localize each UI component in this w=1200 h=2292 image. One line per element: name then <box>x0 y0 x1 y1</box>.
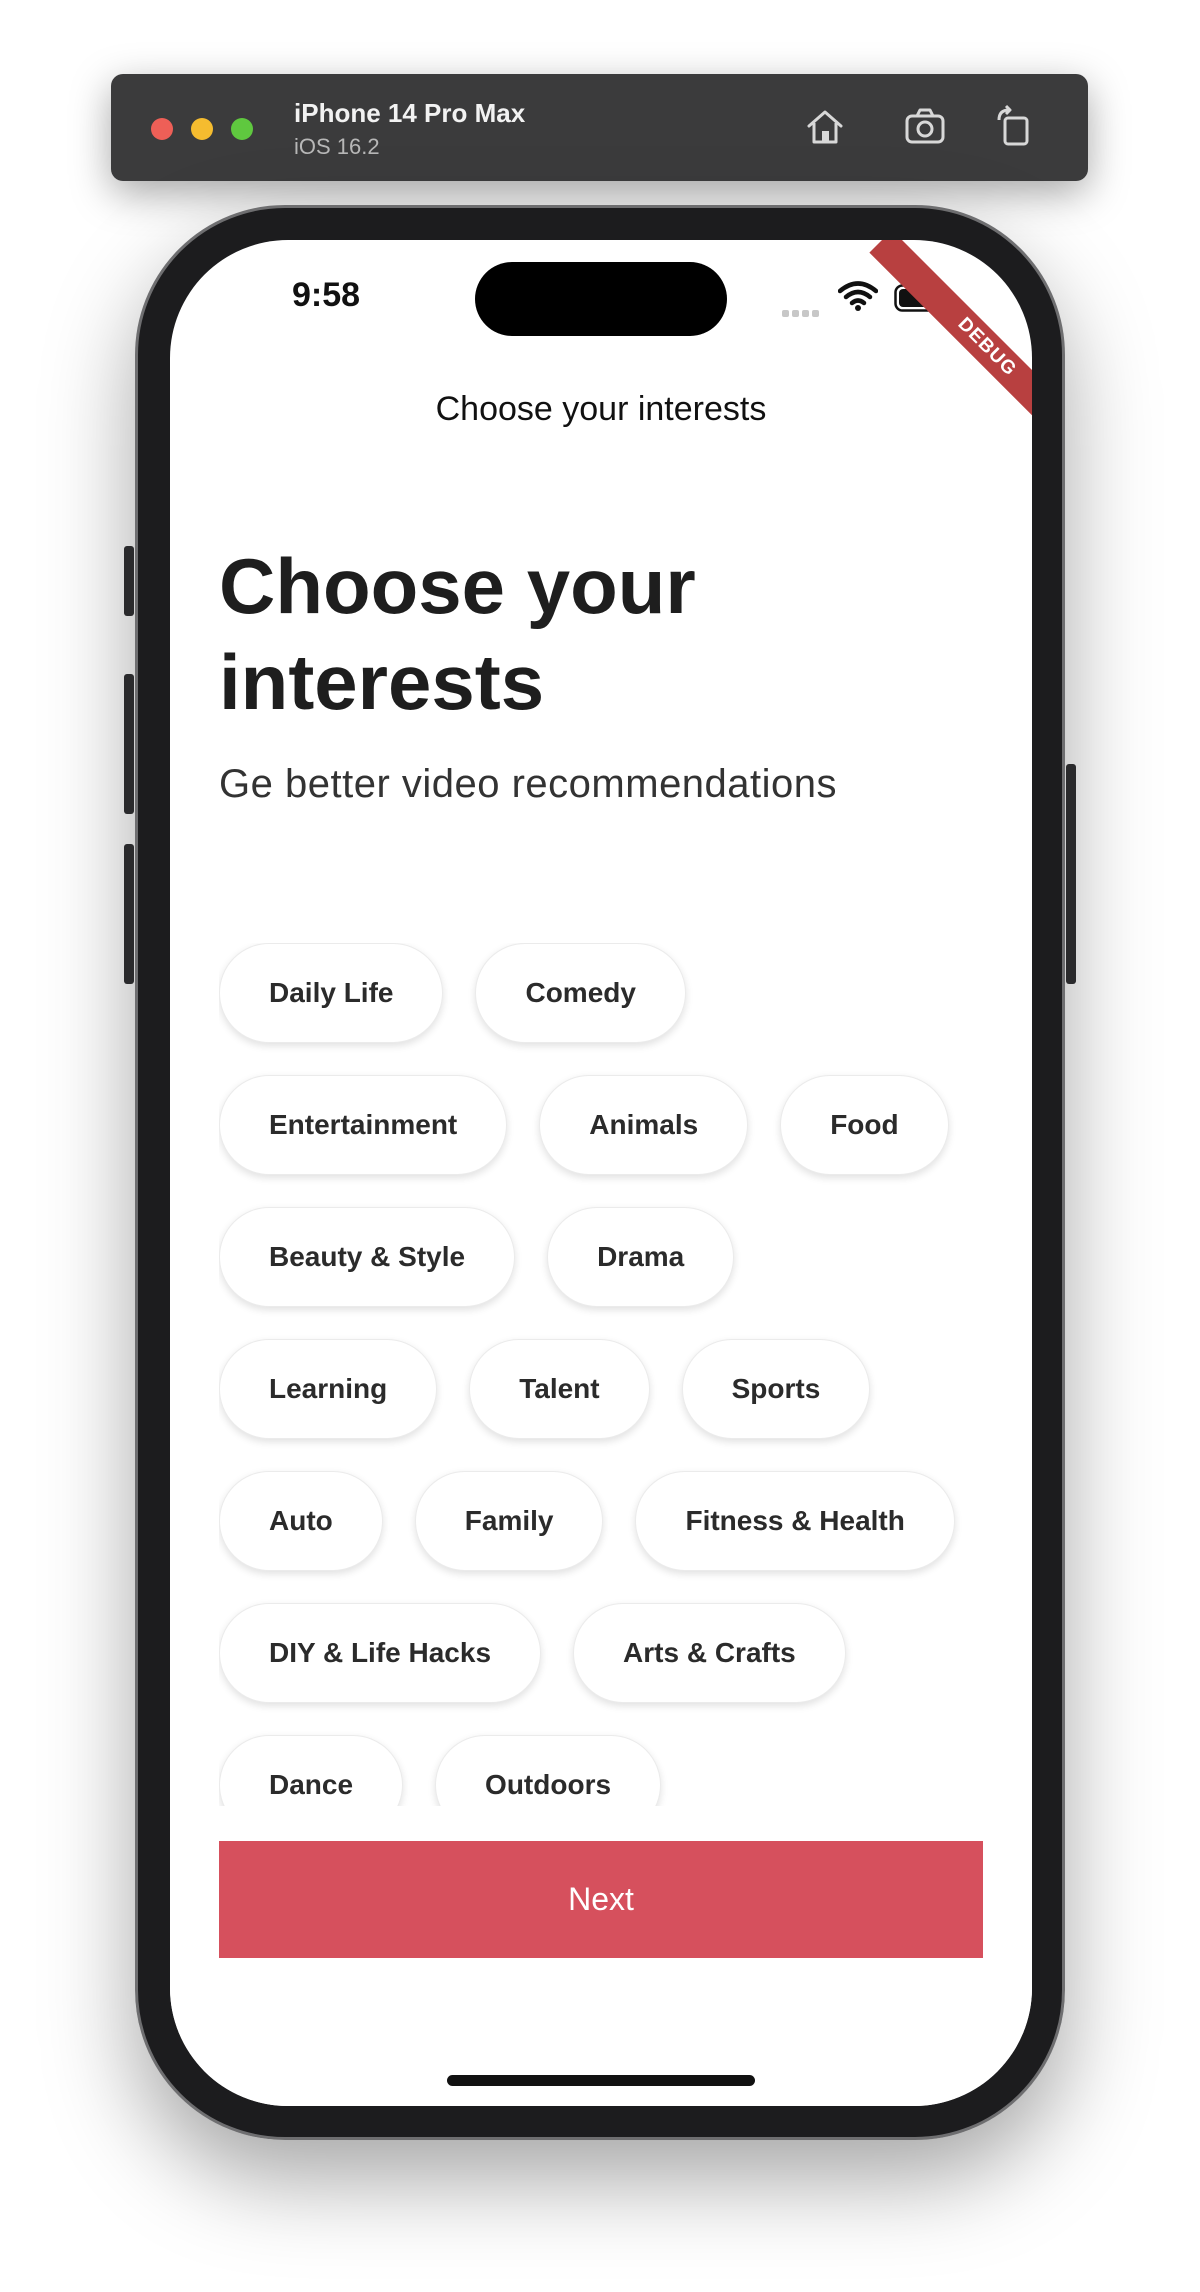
interest-chip[interactable]: Daily Life <box>219 943 444 1043</box>
screenshot-icon[interactable] <box>903 104 947 148</box>
page-headline: Choose your interests <box>219 542 696 726</box>
interest-chip[interactable]: Fitness & Health <box>635 1471 955 1571</box>
silent-switch <box>124 546 134 616</box>
interest-chip[interactable]: DIY & Life Hacks <box>219 1603 542 1703</box>
interest-chip[interactable]: Talent <box>469 1339 650 1439</box>
chip-row: Beauty & Style Drama <box>219 1207 1019 1307</box>
chip-row: Learning Talent Sports <box>219 1339 1019 1439</box>
status-time: 9:58 <box>292 276 361 314</box>
interest-chip[interactable]: Food <box>780 1075 949 1175</box>
interest-chip[interactable]: Auto <box>219 1471 383 1571</box>
volume-down-button <box>124 844 134 984</box>
interest-chip[interactable]: Beauty & Style <box>219 1207 516 1307</box>
minimize-window-button[interactable] <box>191 118 213 140</box>
phone-screen: 9:58 DEBUG Choose your interests Choose … <box>170 240 1032 2106</box>
chip-row: Dance Outdoors <box>219 1735 1019 1806</box>
interest-chip-list[interactable]: Daily Life Comedy Entertainment Animals … <box>219 943 1019 1806</box>
interest-chip[interactable]: Animals <box>539 1075 749 1175</box>
interest-chip[interactable]: Family <box>414 1471 604 1571</box>
app-bar-title: Choose your interests <box>435 390 767 428</box>
close-window-button[interactable] <box>151 118 173 140</box>
zoom-window-button[interactable] <box>231 118 253 140</box>
interest-chip[interactable]: Outdoors <box>435 1735 662 1806</box>
home-indicator[interactable] <box>447 2075 755 2086</box>
wifi-icon <box>838 281 878 311</box>
interest-chip[interactable]: Comedy <box>475 943 686 1043</box>
chip-row: Auto Family Fitness & Health <box>219 1471 1019 1571</box>
simulator-toolbar: iPhone 14 Pro Max iOS 16.2 <box>111 74 1088 181</box>
signal-icon <box>782 304 826 317</box>
device-os-version: iOS 16.2 <box>294 134 380 159</box>
next-button[interactable]: Next <box>219 1841 983 1958</box>
interest-chip[interactable]: Dance <box>219 1735 404 1806</box>
interest-chip[interactable]: Drama <box>547 1207 735 1307</box>
interest-chip[interactable]: Arts & Crafts <box>573 1603 846 1703</box>
rotate-icon[interactable] <box>993 104 1037 148</box>
interest-chip[interactable]: Learning <box>219 1339 438 1439</box>
interest-chip[interactable]: Entertainment <box>219 1075 508 1175</box>
chip-row: Entertainment Animals Food <box>219 1075 1019 1175</box>
volume-up-button <box>124 674 134 814</box>
device-name: iPhone 14 Pro Max <box>294 98 526 128</box>
page-subtitle: Ge better video recommendations <box>219 762 838 806</box>
dynamic-island <box>475 262 727 336</box>
power-button <box>1066 764 1076 984</box>
chip-row: DIY & Life Hacks Arts & Crafts <box>219 1603 1019 1703</box>
chip-row: Daily Life Comedy <box>219 943 1019 1043</box>
home-icon[interactable] <box>803 104 847 148</box>
interest-chip[interactable]: Sports <box>681 1339 871 1439</box>
